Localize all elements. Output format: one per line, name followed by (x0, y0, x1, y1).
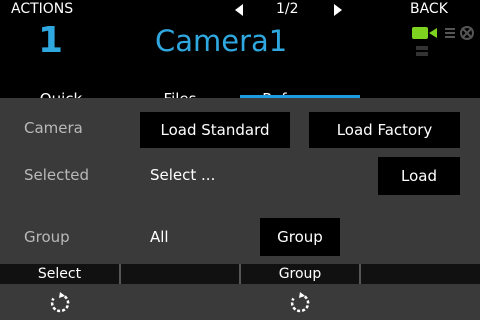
group-row-label: Group (24, 228, 70, 246)
group-button[interactable]: Group (260, 218, 340, 256)
selected-row-label: Selected (24, 166, 90, 184)
camera-number: 1 (38, 20, 64, 61)
header: 1 Camera1 Quick Files Reference (0, 20, 480, 108)
next-page-icon[interactable] (334, 4, 342, 16)
camera-rec-icon (412, 27, 437, 39)
softkey-select[interactable]: Select (0, 264, 119, 284)
footer (0, 284, 480, 320)
load-factory-button[interactable]: Load Factory (309, 112, 460, 148)
softkey-empty-2[interactable] (121, 264, 239, 284)
softkey-bar: Select Group (0, 264, 480, 284)
load-button[interactable]: Load (378, 157, 460, 195)
load-standard-button[interactable]: Load Standard (140, 112, 290, 148)
signal-bars-icon (416, 46, 428, 56)
camera-name: Camera1 (155, 24, 288, 58)
camera-row-label: Camera (24, 119, 83, 137)
prev-page-icon[interactable] (235, 4, 243, 16)
actions-button[interactable]: ACTIONS (11, 1, 73, 17)
top-bar: ACTIONS 1/2 BACK (0, 0, 480, 20)
network-icon (445, 26, 474, 40)
rotate-knob-icon[interactable] (289, 292, 311, 314)
group-value: All (150, 228, 169, 246)
softkey-group[interactable]: Group (241, 264, 359, 284)
rotate-knob-icon[interactable] (49, 292, 71, 314)
softkey-empty-4[interactable] (361, 264, 480, 284)
page-indicator: 1/2 (276, 1, 299, 17)
reference-panel: Camera Load Standard Load Factory Select… (0, 98, 480, 264)
selected-value[interactable]: Select ... (150, 166, 215, 184)
back-button[interactable]: BACK (410, 1, 448, 17)
